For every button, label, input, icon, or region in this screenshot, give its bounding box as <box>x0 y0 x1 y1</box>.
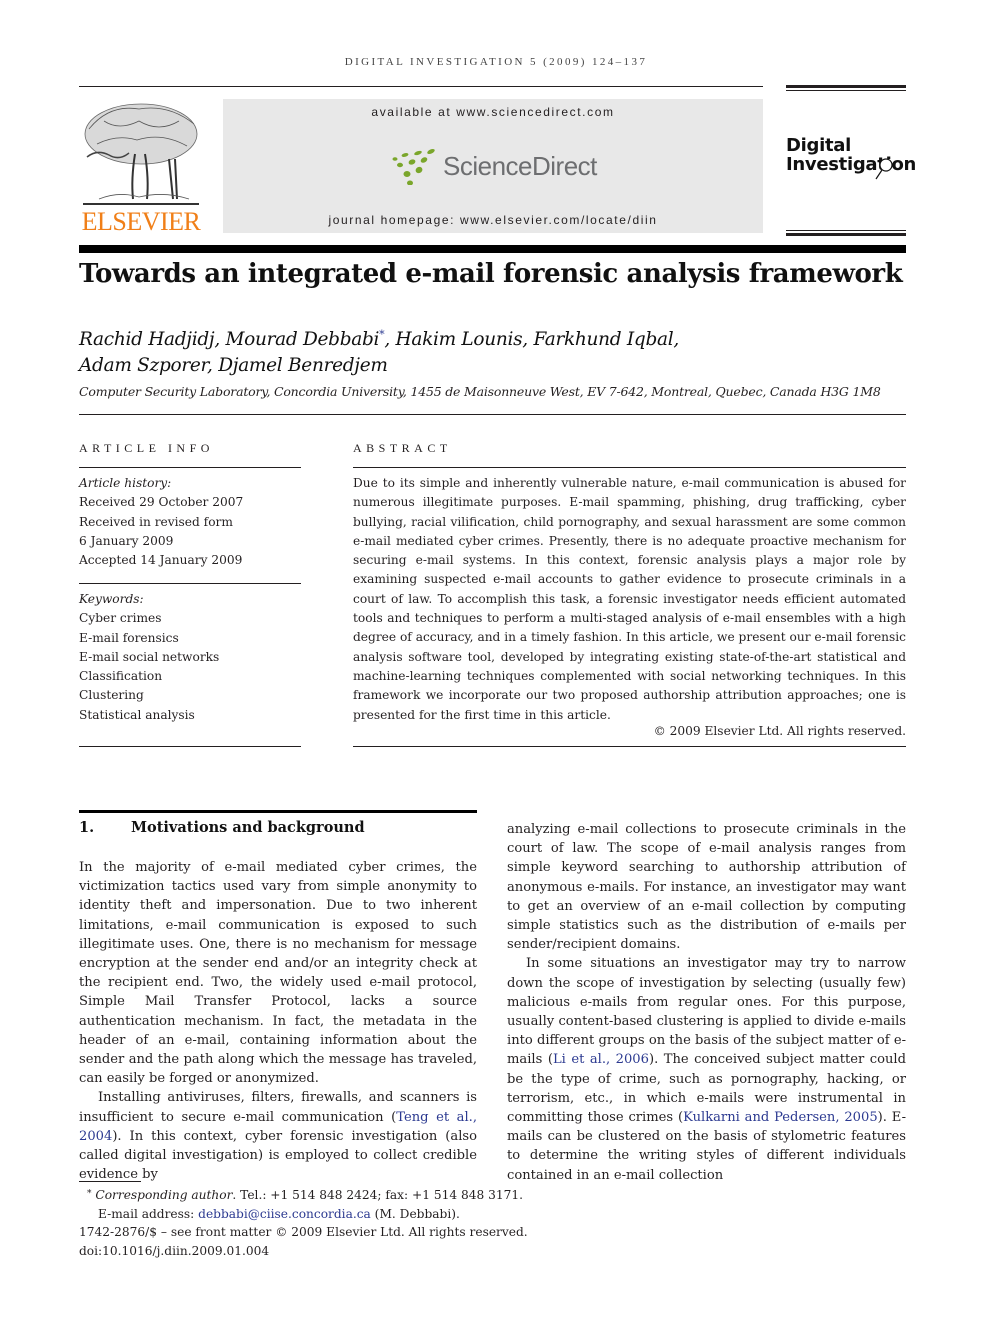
journal-homepage-link[interactable]: journal homepage: www.elsevier.com/locat… <box>223 213 763 227</box>
affiliation: Computer Security Laboratory, Concordia … <box>79 384 881 399</box>
elsevier-logo[interactable]: ELSEVIER <box>79 99 203 239</box>
sciencedirect-wordmark: ScienceDirect <box>443 151 597 181</box>
available-at-link[interactable]: available at www.sciencedirect.com <box>223 105 763 119</box>
abstract-text: Due to its simple and inherently vulnera… <box>353 476 906 722</box>
section-number: 1. <box>79 819 95 836</box>
body-column-left: In the majority of e-mail mediated cyber… <box>79 858 477 1184</box>
history-item: Received 29 October 2007 <box>79 495 244 510</box>
paragraph: analyzing e-mail collections to prosecut… <box>507 822 906 953</box>
journal-logo-rule <box>786 90 906 91</box>
email-label: E-mail address: <box>98 1206 199 1221</box>
abstract-copyright: © 2009 Elsevier Ltd. All rights reserved… <box>653 724 906 738</box>
article-info-rule <box>79 583 301 584</box>
magnifier-icon <box>875 158 893 180</box>
keyword-item: Classification <box>79 669 163 684</box>
header-rule <box>79 86 763 87</box>
journal-logo-line2: Investigation <box>786 154 917 175</box>
paragraph-text: ). In this context, cyber forensic inves… <box>79 1128 477 1183</box>
email-link[interactable]: debbabi@ciise.concordia.ca <box>198 1207 371 1221</box>
citation-link[interactable]: Li et al., 2006 <box>553 1052 649 1067</box>
journal-logo-rule <box>786 230 906 231</box>
elsevier-tree-icon <box>83 103 199 205</box>
affiliation-rule <box>79 414 906 415</box>
article-info-rule <box>79 746 301 747</box>
section-title: Motivations and background <box>131 819 365 836</box>
article-title: Towards an integrated e-mail forensic an… <box>79 259 903 289</box>
footnotes: * Corresponding author. Tel.: +1 514 848… <box>79 1185 528 1260</box>
paragraph: In the majority of e-mail mediated cyber… <box>79 860 477 1087</box>
paragraph: Installing antiviruses, filters, firewal… <box>79 1088 477 1184</box>
keyword-item: Statistical analysis <box>79 707 195 722</box>
authors-line-2: Adam Szporer, Djamel Benredjem <box>79 355 388 377</box>
abstract-rule <box>353 467 906 468</box>
author-list: Rachid Hadjidj, Mourad Debbabi*, Hakim L… <box>79 322 679 379</box>
sciencedirect-dots-icon <box>392 149 435 185</box>
sciencedirect-banner: available at www.sciencedirect.com Scien… <box>223 99 763 233</box>
citation-link[interactable]: Kulkarni and Pedersen, 2005 <box>683 1110 878 1125</box>
corresponding-author-label: Corresponding author <box>95 1188 233 1202</box>
doi[interactable]: doi:10.1016/j.diin.2009.01.004 <box>79 1242 528 1261</box>
journal-logo-rule <box>786 85 906 88</box>
article-info-rule <box>79 467 301 468</box>
section-heading: 1. Motivations and background <box>79 819 365 836</box>
section-rule <box>79 810 477 813</box>
footnote-mark: * <box>87 1189 92 1199</box>
history-item: 6 January 2009 <box>79 533 174 548</box>
authors-line-1: Rachid Hadjidj, Mourad Debbabi <box>79 329 380 351</box>
title-rule <box>79 245 906 253</box>
keyword-item: E-mail forensics <box>79 630 179 645</box>
sciencedirect-logo[interactable]: ScienceDirect <box>391 147 611 187</box>
issn-line: 1742-2876/$ – see front matter © 2009 El… <box>79 1225 528 1240</box>
abstract-heading: ABSTRACT <box>353 441 452 455</box>
keyword-item: E-mail social networks <box>79 649 220 664</box>
elsevier-wordmark: ELSEVIER <box>81 207 201 236</box>
journal-logo-line1: Digital <box>786 135 851 156</box>
abstract-rule <box>353 746 906 747</box>
contact-info: . Tel.: +1 514 848 2424; fax: +1 514 848… <box>232 1188 524 1202</box>
email-owner: (M. Debbabi). <box>370 1206 460 1221</box>
keywords-label: Keywords: <box>79 592 144 606</box>
journal-logo[interactable]: Digital Investigation <box>786 135 917 180</box>
history-item: Accepted 14 January 2009 <box>79 553 243 568</box>
footnote-rule <box>79 1181 141 1182</box>
history-item: Received in revised form <box>79 514 233 529</box>
body-column-right: analyzing e-mail collections to prosecut… <box>507 820 906 1185</box>
paragraph-text: In some situations an investigator may t… <box>507 956 906 1068</box>
running-head: DIGITAL INVESTIGATION 5 (2009) 124–137 <box>344 56 648 68</box>
authors-line-1-rest: , Hakim Lounis, Farkhund Iqbal, <box>384 329 679 351</box>
keyword-item: Cyber crimes <box>79 611 162 626</box>
journal-logo-rule <box>786 233 906 236</box>
paragraph: In some situations an investigator may t… <box>507 954 906 1184</box>
keyword-item: Clustering <box>79 688 144 703</box>
article-info-heading: ARTICLE INFO <box>79 441 214 455</box>
article-history-label: Article history: <box>79 476 172 490</box>
article-history: Article history: Received 29 October 200… <box>79 474 243 570</box>
keywords: Keywords: Cyber crimes E-mail forensics … <box>79 590 219 725</box>
